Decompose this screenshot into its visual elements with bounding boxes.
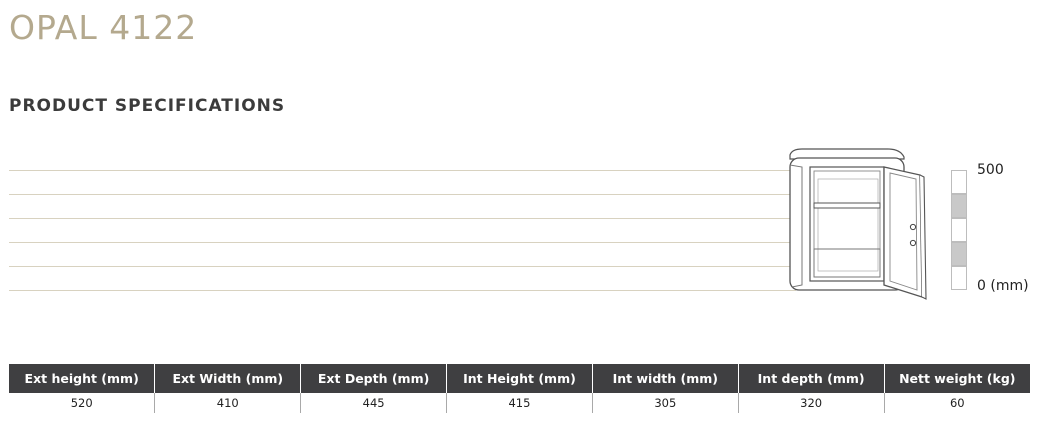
- header-int-width: Int width (mm): [591, 364, 739, 393]
- height-ruler: [951, 170, 967, 290]
- scale-bottom-label: 0 (mm): [977, 278, 1029, 294]
- ruler-segment: [951, 170, 967, 194]
- section-title: PRODUCT SPECIFICATIONS: [9, 96, 286, 116]
- scale-top-label: 500: [977, 162, 1004, 178]
- header-int-depth: Int depth (mm): [737, 364, 885, 393]
- header-nett-weight: Nett weight (kg): [883, 364, 1030, 393]
- spec-value-row: 520 410 445 415 305 320 60: [9, 393, 1030, 413]
- ruler-segment: [951, 266, 967, 290]
- scale-line: [9, 218, 796, 219]
- header-ext-width: Ext Width (mm): [154, 364, 301, 393]
- header-ext-depth: Ext Depth (mm): [300, 364, 447, 393]
- safe-open-door-icon: [789, 148, 927, 300]
- product-title: OPAL 4122: [9, 8, 198, 47]
- spec-table: Ext height (mm) Ext Width (mm) Ext Depth…: [9, 364, 1030, 413]
- value-int-depth: 320: [737, 393, 885, 413]
- header-int-height: Int Height (mm): [446, 364, 593, 393]
- ruler-segment: [951, 242, 967, 266]
- scale-line: [9, 266, 796, 267]
- ruler-segment: [951, 218, 967, 242]
- value-ext-height: 520: [70, 396, 93, 410]
- value-nett-weight: 60: [883, 393, 1030, 413]
- value-int-height: 415: [446, 393, 593, 413]
- ruler-segment: [951, 194, 967, 218]
- safe-illustration: [780, 145, 980, 310]
- value-ext-depth: 445: [300, 393, 447, 413]
- header-ext-height: Ext height (mm): [9, 364, 155, 393]
- scale-line: [9, 242, 796, 243]
- scale-line: [9, 170, 796, 171]
- value-int-width: 305: [591, 393, 739, 413]
- scale-line: [9, 194, 796, 195]
- spec-header-row: Ext height (mm) Ext Width (mm) Ext Depth…: [9, 364, 1030, 393]
- value-ext-width: 410: [154, 393, 301, 413]
- scale-line: [9, 290, 796, 291]
